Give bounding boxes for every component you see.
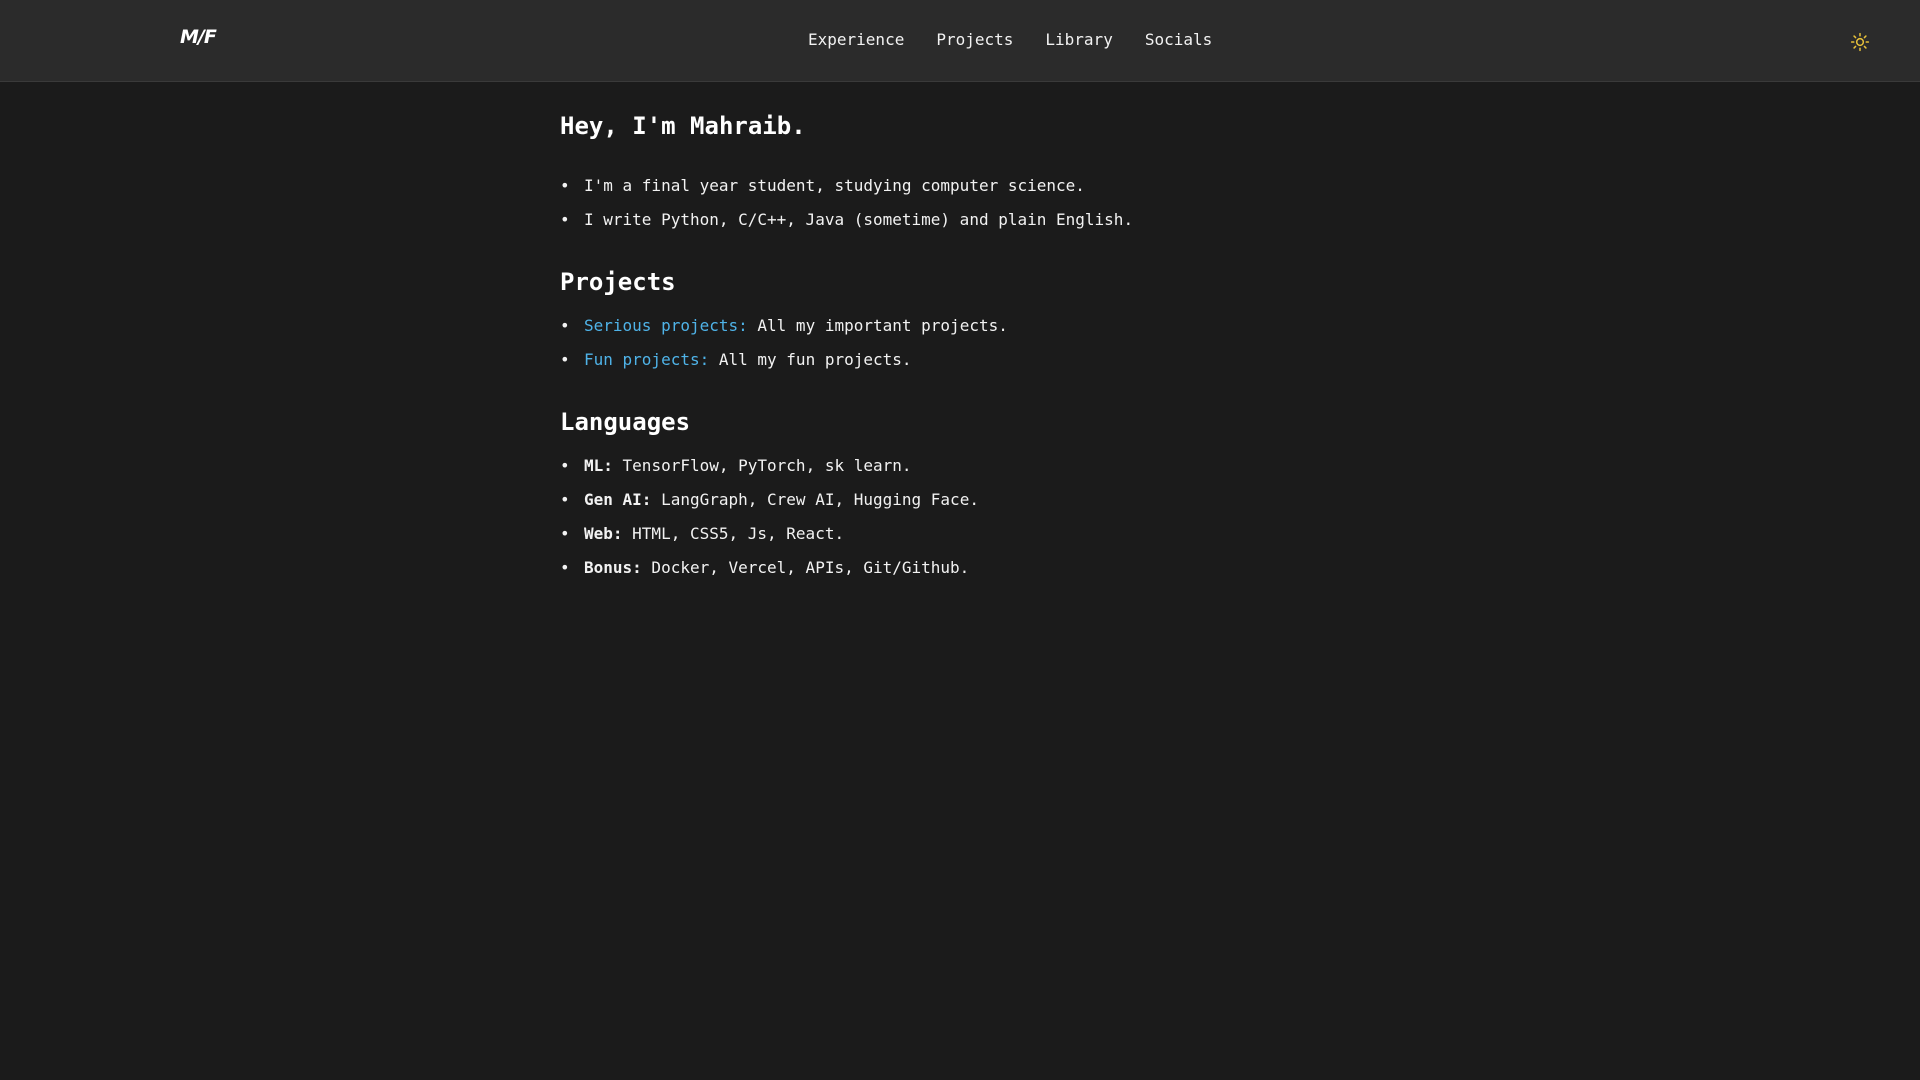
list-item: I'm a final year student, studying compu… xyxy=(560,176,1360,196)
list-item: ML: TensorFlow, PyTorch, sk learn. xyxy=(560,456,1360,476)
languages-list: ML: TensorFlow, PyTorch, sk learn. Gen A… xyxy=(560,456,1360,578)
projects-list: Serious projects: All my important proje… xyxy=(560,316,1360,370)
nav-projects[interactable]: Projects xyxy=(936,30,1013,49)
top-navbar: M/F Experience Projects Library Socials xyxy=(0,0,1920,82)
language-label: ML: xyxy=(584,456,613,475)
list-item-text: TensorFlow, PyTorch, sk learn. xyxy=(612,456,912,475)
language-label: Web: xyxy=(584,524,623,543)
main-content: Hey, I'm Mahraib. I'm a final year stude… xyxy=(560,112,1360,616)
list-item-text: All my fun projects. xyxy=(709,350,912,369)
nav-socials[interactable]: Socials xyxy=(1145,30,1212,49)
list-item: Fun projects: All my fun projects. xyxy=(560,350,1360,370)
list-item-text: Docker, Vercel, APIs, Git/Github. xyxy=(641,558,970,577)
intro-list: I'm a final year student, studying compu… xyxy=(560,176,1360,230)
intro-title: Hey, I'm Mahraib. xyxy=(560,112,806,140)
list-item: I write Python, C/C++, Java (sometime) a… xyxy=(560,210,1360,230)
list-item: Bonus: Docker, Vercel, APIs, Git/Github. xyxy=(560,558,1360,578)
nav-experience[interactable]: Experience xyxy=(808,30,904,49)
list-item: Web: HTML, CSS5, Js, React. xyxy=(560,524,1360,544)
theme-toggle-button[interactable] xyxy=(1848,30,1872,54)
list-item-text: All my important projects. xyxy=(747,316,1008,335)
language-label: Bonus: xyxy=(584,558,642,577)
list-item: Gen AI: LangGraph, Crew AI, Hugging Face… xyxy=(560,490,1360,510)
serious-projects-link[interactable]: Serious projects: xyxy=(584,316,748,335)
list-item-text: HTML, CSS5, Js, React. xyxy=(622,524,845,543)
fun-projects-link[interactable]: Fun projects: xyxy=(584,350,709,369)
sun-icon xyxy=(1850,32,1870,52)
nav-library[interactable]: Library xyxy=(1045,30,1112,49)
languages-heading: Languages xyxy=(560,408,691,436)
language-label: Gen AI: xyxy=(584,490,652,509)
list-item: Serious projects: All my important proje… xyxy=(560,316,1360,336)
site-logo[interactable]: M/F xyxy=(180,26,217,48)
projects-heading: Projects xyxy=(560,268,676,296)
list-item-text: LangGraph, Crew AI, Hugging Face. xyxy=(651,490,979,509)
main-nav: Experience Projects Library Socials xyxy=(808,30,1212,49)
